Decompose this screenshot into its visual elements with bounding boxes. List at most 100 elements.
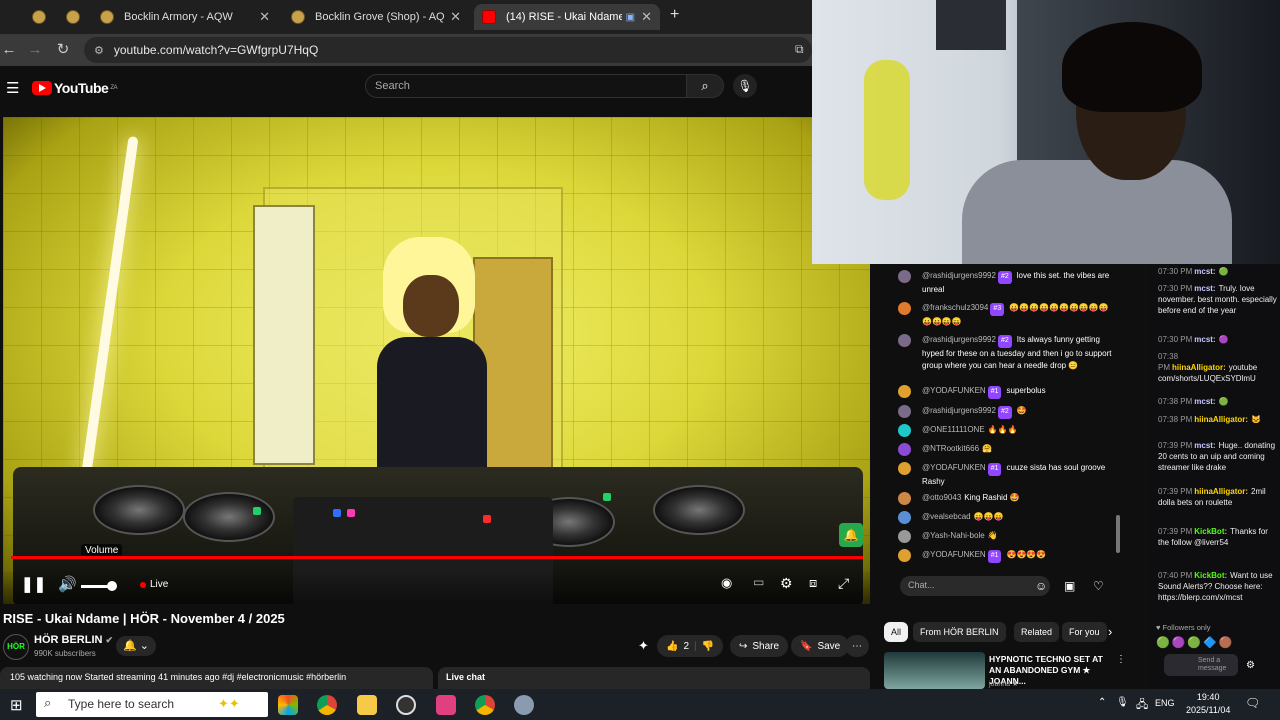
emoji-icon[interactable]: ☺ [1035, 579, 1047, 593]
settings-gear-icon[interactable]: ⚙ [780, 575, 793, 592]
tab-pinned-2[interactable] [58, 4, 88, 30]
chat-input[interactable]: Chat... [900, 576, 1050, 596]
save-button[interactable]: 🔖 Save [791, 635, 850, 657]
chat-username[interactable]: @ONE11111ONE [922, 425, 985, 434]
chat-username[interactable]: @YODAFUNKEN [922, 386, 986, 395]
stream-chat-username[interactable]: hiinaAlligator: [1194, 415, 1248, 424]
video-player[interactable]: 🔔 Volume ❚❚ 🔊 Live ◉ ▭ ⚙ ⧈ ⤢ [3, 117, 870, 604]
microphone-icon[interactable]: 🎙 [1116, 697, 1129, 708]
related-video-author[interactable]: joanna ★ [989, 680, 1018, 688]
chat-username[interactable]: @Yash-Nahi-bole [922, 531, 985, 540]
taskbar-clock[interactable]: 19:40 2025/11/04 [1186, 691, 1230, 717]
chevron-right-icon[interactable]: › [1108, 624, 1112, 639]
avatar[interactable] [898, 424, 911, 437]
chat-username[interactable]: @NTRootkit666 [922, 444, 979, 453]
close-tab-icon[interactable]: ✕ [450, 9, 461, 25]
live-chat-header[interactable]: Live chat [438, 667, 870, 689]
avatar[interactable] [898, 334, 911, 347]
stream-chat-username[interactable]: mcst: [1194, 335, 1215, 344]
emote-bar[interactable]: 🟢🟣🟢🔷🟤 [1156, 636, 1234, 649]
app-icon[interactable] [436, 695, 456, 715]
avatar[interactable] [898, 405, 911, 418]
hamburger-menu-icon[interactable]: ☰ [6, 79, 19, 97]
channel-avatar[interactable]: HÖR [3, 634, 29, 660]
chip-related[interactable]: Related [1014, 622, 1060, 642]
more-vert-icon[interactable]: ⋮ [1116, 654, 1126, 665]
language-indicator[interactable]: ENG [1155, 698, 1175, 708]
tab-bocklin-armory[interactable]: Bocklin Armory - AQW ✕ [92, 4, 278, 30]
more-actions-button[interactable]: ⋯ [845, 635, 869, 657]
avatar[interactable] [898, 443, 911, 456]
search-input[interactable]: Search [365, 74, 687, 98]
channel-name[interactable]: HÖR BERLIN ✔ [34, 634, 113, 646]
avatar[interactable] [898, 385, 911, 398]
autoplay-toggle-icon[interactable]: ◉ [721, 575, 732, 591]
search-highlight-icon[interactable]: ✦✦ [218, 696, 240, 712]
avatar[interactable] [898, 549, 911, 562]
stream-chat-username[interactable]: hiinaAlligator: [1194, 487, 1248, 496]
stream-chat-username[interactable]: hiinaAlligator: [1172, 363, 1226, 372]
stream-chat-username[interactable]: mcst: [1194, 441, 1215, 450]
avatar[interactable] [898, 530, 911, 543]
chat-username[interactable]: @YODAFUNKEN [922, 550, 986, 559]
tab-youtube-rise[interactable]: (14) RISE - Ukai Ndame | HÖ ▣ ✕ [474, 4, 660, 30]
chat-username[interactable]: @rashidjurgens9992 [922, 335, 996, 344]
chat-scrollbar[interactable] [1116, 515, 1120, 553]
avatar[interactable] [898, 302, 911, 315]
volume-icon[interactable]: 🔊 [58, 575, 77, 593]
stream-chat-username[interactable]: KickBot: [1194, 527, 1227, 536]
file-explorer-icon[interactable] [357, 695, 377, 715]
stream-chat-username[interactable]: mcst: [1194, 267, 1215, 276]
subscription-bell-button[interactable]: 🔔 ⌄ [116, 636, 156, 656]
app-icon[interactable] [514, 695, 534, 715]
chrome-icon[interactable] [475, 695, 495, 715]
stream-chat-username[interactable]: KickBot: [1194, 571, 1227, 580]
chat-username[interactable]: @YODAFUNKEN [922, 463, 986, 472]
super-chat-icon[interactable]: ▣ [1064, 579, 1075, 593]
chrome-icon[interactable] [317, 695, 337, 715]
tab-pinned-1[interactable] [24, 4, 54, 30]
progress-bar[interactable] [11, 556, 863, 559]
cheers-icon[interactable]: ✦ [638, 638, 649, 654]
related-video-thumbnail[interactable] [884, 652, 985, 689]
chat-username[interactable]: @vealsebcad [922, 512, 971, 521]
description-box[interactable]: 105 watching now Started streaming 41 mi… [0, 667, 433, 689]
chat-username[interactable]: @rashidjurgens9992 [922, 406, 996, 415]
send-message-input[interactable]: Send a message [1164, 654, 1238, 676]
chat-username[interactable]: @otto9043 [922, 493, 961, 502]
back-arrow-icon[interactable]: ← [0, 41, 18, 59]
chat-settings-icon[interactable]: ⚙ [1246, 660, 1255, 671]
live-badge[interactable]: Live [140, 579, 168, 590]
like-button[interactable]: 👍 2 | 👎 [657, 635, 724, 657]
address-bar[interactable]: ⚙ youtube.com/watch?v=GWfgrpU7HqQ [84, 37, 812, 63]
chat-username[interactable]: @rashidjurgens9992 [922, 271, 996, 280]
related-video[interactable]: HYPNOTIC TECHNO SET AT AN ABANDONED GYM … [884, 652, 1126, 689]
cast-icon[interactable]: ⧉ [795, 42, 804, 57]
chip-for-you[interactable]: For you [1062, 622, 1107, 642]
chip-all[interactable]: All [884, 622, 909, 642]
miniplayer-icon[interactable]: ⧈ [809, 575, 817, 591]
site-info-icon[interactable]: ⚙ [94, 44, 104, 57]
search-button[interactable]: ⌕ [686, 74, 724, 98]
avatar[interactable] [898, 492, 911, 505]
voice-search-button[interactable]: 🎙 [733, 74, 757, 98]
share-button[interactable]: ↪ Share [730, 635, 789, 657]
chip-from-channel[interactable]: From HÖR BERLIN [913, 622, 1006, 642]
avatar[interactable] [898, 511, 911, 524]
windows-start-icon[interactable]: ⊞ [10, 696, 23, 714]
volume-knob[interactable] [107, 581, 117, 591]
obs-icon[interactable] [396, 695, 416, 715]
stream-chat-username[interactable]: mcst: [1194, 284, 1215, 293]
stream-chat-username[interactable]: mcst: [1194, 397, 1215, 406]
fullscreen-icon[interactable]: ⤢ [838, 575, 849, 592]
youtube-logo[interactable]: YouTube ZA [32, 80, 117, 96]
chat-username[interactable]: @frankschulz3094 [922, 303, 988, 312]
avatar[interactable] [898, 270, 911, 283]
network-icon[interactable]: 🖧 [1136, 696, 1148, 715]
pause-icon[interactable]: ❚❚ [21, 575, 46, 593]
tray-chevron-icon[interactable]: ⌃ [1098, 697, 1106, 708]
close-tab-icon[interactable]: ✕ [641, 9, 652, 25]
thumbs-down-icon[interactable]: 👎 [702, 641, 714, 652]
avatar[interactable] [898, 462, 911, 475]
close-tab-icon[interactable]: ✕ [259, 9, 270, 25]
